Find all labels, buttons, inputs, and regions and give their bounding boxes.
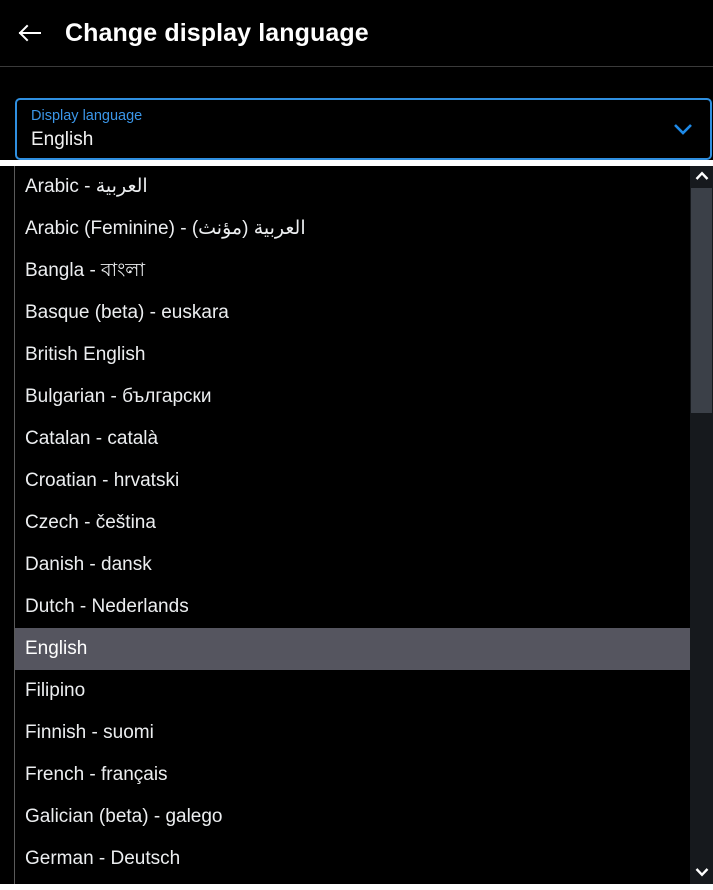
language-dropdown-inner: Arabic - العربية Arabic (Feminine) - العر… bbox=[0, 166, 713, 884]
scrollbar-down-button[interactable] bbox=[690, 862, 713, 884]
language-option[interactable]: Danish - dansk bbox=[15, 544, 690, 586]
language-option[interactable]: British English bbox=[15, 334, 690, 376]
display-language-field-wrapper: Display language English bbox=[15, 98, 712, 160]
language-option[interactable]: English bbox=[15, 628, 690, 670]
language-option[interactable]: Bulgarian - български bbox=[15, 376, 690, 418]
scrollbar-thumb[interactable] bbox=[691, 188, 712, 413]
scrollbar-track[interactable] bbox=[690, 188, 713, 862]
language-option[interactable]: Bangla - বাংলা bbox=[15, 250, 690, 292]
page-header: Change display language bbox=[0, 0, 713, 67]
language-option[interactable]: Czech - čeština bbox=[15, 502, 690, 544]
chevron-up-icon bbox=[695, 168, 709, 186]
chevron-down-icon[interactable] bbox=[669, 115, 697, 143]
change-display-language-page: Change display language Display language… bbox=[0, 0, 713, 890]
language-option[interactable]: Arabic (Feminine) - العربية (مؤنث) bbox=[15, 208, 690, 250]
language-option[interactable]: Galician (beta) - galego bbox=[15, 796, 690, 838]
language-option[interactable]: Catalan - català bbox=[15, 418, 690, 460]
language-dropdown-listbox: Arabic - العربية Arabic (Feminine) - العر… bbox=[0, 160, 713, 890]
display-language-value: English bbox=[31, 129, 94, 150]
language-option-list[interactable]: Arabic - العربية Arabic (Feminine) - العر… bbox=[14, 166, 690, 884]
language-option[interactable]: Finnish - suomi bbox=[15, 712, 690, 754]
arrow-left-icon bbox=[16, 20, 42, 46]
language-option[interactable]: Croatian - hrvatski bbox=[15, 460, 690, 502]
language-option[interactable]: German - Deutsch bbox=[15, 838, 690, 880]
language-option[interactable]: Filipino bbox=[15, 670, 690, 712]
display-language-label: Display language bbox=[31, 108, 143, 124]
language-option[interactable]: Basque (beta) - euskara bbox=[15, 292, 690, 334]
language-option[interactable]: French - français bbox=[15, 754, 690, 796]
dropdown-scrollbar[interactable] bbox=[690, 166, 713, 884]
chevron-down-icon bbox=[695, 864, 709, 882]
language-option[interactable]: Arabic - العربية bbox=[15, 166, 690, 208]
page-title: Change display language bbox=[65, 18, 369, 47]
back-button[interactable] bbox=[6, 10, 52, 56]
display-language-select[interactable]: Display language English bbox=[15, 98, 712, 160]
scrollbar-up-button[interactable] bbox=[690, 166, 713, 188]
language-option[interactable]: Dutch - Nederlands bbox=[15, 586, 690, 628]
